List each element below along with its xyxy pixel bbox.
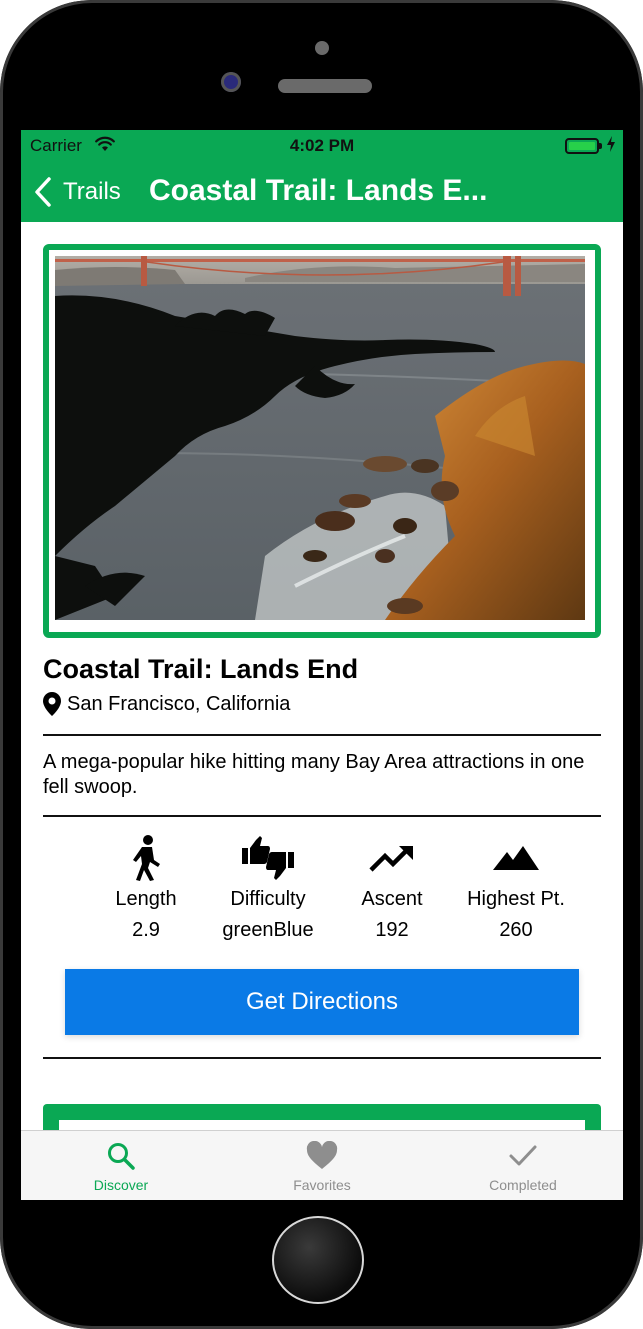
status-bar: Carrier 4:02 PM	[21, 130, 623, 160]
stat-difficulty: Difficulty greenBlue	[203, 834, 333, 942]
stat-label: Difficulty	[230, 888, 306, 910]
front-camera	[221, 72, 241, 92]
coastal-scene-image	[55, 256, 585, 620]
back-button-label: Trails	[63, 178, 121, 205]
page-title: Coastal Trail: Lands E...	[149, 174, 488, 207]
stat-highest-point: Highest Pt. 260	[451, 834, 581, 942]
trail-location-text: San Francisco, California	[67, 692, 291, 715]
tab-favorites[interactable]: Favorites	[222, 1131, 422, 1200]
home-button[interactable]	[272, 1216, 364, 1304]
search-icon	[108, 1143, 135, 1170]
stat-label: Length	[115, 888, 177, 910]
divider-middle	[43, 815, 601, 817]
get-directions-button[interactable]: Get Directions	[65, 969, 579, 1035]
trail-detail-content[interactable]: Coastal Trail: Lands End San Francisco, …	[21, 222, 623, 1130]
chevron-left-icon	[35, 177, 51, 207]
trail-description: A mega-popular hike hitting many Bay Are…	[43, 751, 585, 798]
heart-icon	[306, 1141, 338, 1169]
trending-up-icon	[369, 846, 413, 872]
stat-label: Highest Pt.	[467, 888, 565, 910]
stat-length: Length 2.9	[81, 834, 211, 942]
battery-icon	[565, 138, 602, 154]
stat-value: 2.9	[132, 919, 160, 941]
stat-ascent: Ascent 192	[327, 834, 457, 942]
charging-bolt-icon	[607, 136, 615, 152]
next-trail-photo	[59, 1120, 585, 1130]
next-trail-card[interactable]	[43, 1104, 601, 1130]
trail-location: San Francisco, California	[43, 692, 290, 716]
tab-completed[interactable]: Completed	[423, 1131, 623, 1200]
hiker-icon	[133, 835, 160, 881]
trail-name: Coastal Trail: Lands End	[43, 654, 359, 684]
clock: 4:02 PM	[289, 136, 355, 155]
camera-dot	[315, 41, 329, 55]
app-screen: Carrier 4:02 PM Trails Coastal Trail: La…	[21, 130, 623, 1200]
trail-stats: Length 2.9 Difficulty greenBlue Ascent 1…	[61, 834, 581, 954]
stat-value: greenBlue	[222, 919, 314, 941]
divider-top	[43, 734, 601, 736]
stat-label: Ascent	[361, 888, 423, 910]
back-button[interactable]: Trails	[33, 174, 121, 210]
location-pin-icon	[43, 692, 61, 716]
divider-bottom	[43, 1057, 601, 1059]
tab-bar: Discover Favorites Completed	[21, 1130, 623, 1200]
trail-photo	[55, 256, 585, 620]
tab-discover[interactable]: Discover	[21, 1131, 221, 1200]
tab-label: Discover	[93, 1177, 149, 1193]
trail-photo-card	[43, 244, 601, 638]
tab-label: Favorites	[293, 1177, 351, 1193]
stat-value: 192	[375, 919, 409, 941]
stat-value: 260	[499, 919, 533, 941]
navigation-bar: Trails Coastal Trail: Lands E...	[21, 160, 623, 222]
tab-label: Completed	[489, 1177, 557, 1193]
checkmark-icon	[509, 1145, 537, 1166]
mountains-icon	[493, 846, 539, 870]
thumbs-up-down-icon	[242, 836, 294, 880]
phone-frame: Carrier 4:02 PM Trails Coastal Trail: La…	[0, 0, 643, 1329]
earpiece-speaker	[278, 79, 372, 93]
